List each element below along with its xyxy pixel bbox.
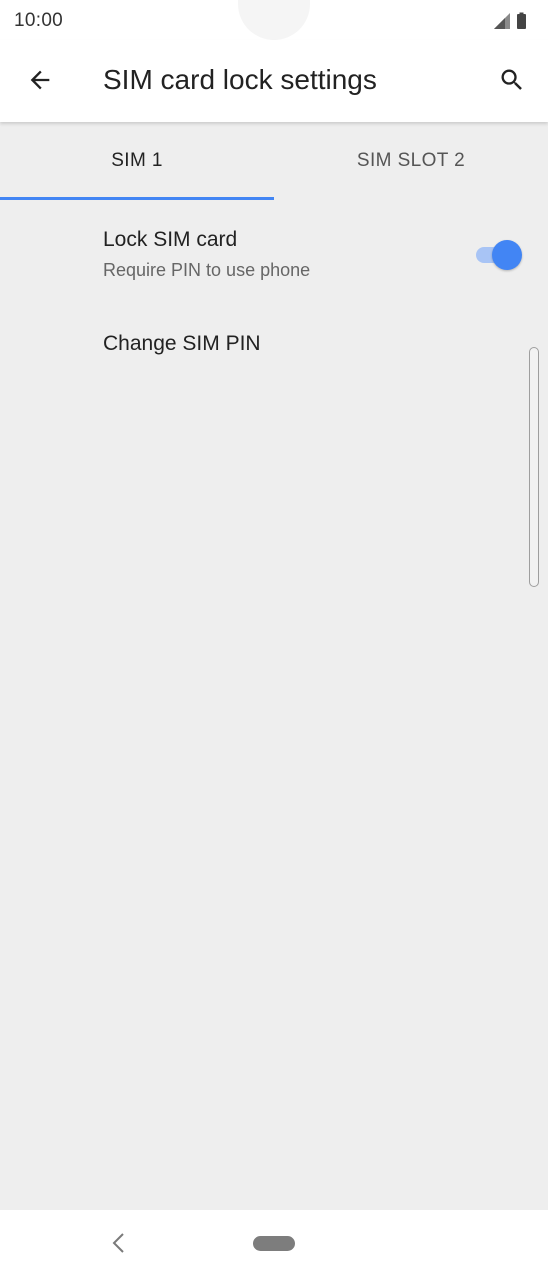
lock-sim-card-title: Lock SIM card xyxy=(103,228,238,251)
status-time: 10:00 xyxy=(14,10,64,31)
home-pill-icon[interactable] xyxy=(253,1236,295,1251)
change-sim-pin-item[interactable]: Change SIM PIN xyxy=(0,312,548,378)
lock-sim-card-toggle[interactable] xyxy=(474,240,522,270)
app-bar: SIM card lock settings xyxy=(0,40,548,122)
tab-sim-1[interactable]: SIM 1 xyxy=(0,122,274,200)
status-icons xyxy=(492,11,532,31)
page-title: SIM card lock settings xyxy=(103,64,377,95)
back-button[interactable] xyxy=(20,60,60,100)
lock-sim-card-item[interactable]: Lock SIM card Require PIN to use phone xyxy=(0,212,548,302)
tab-sim-slot-2[interactable]: SIM SLOT 2 xyxy=(274,122,548,200)
screen: 10:00 SIM card lock settings SIM 1 SIM S… xyxy=(0,0,548,1278)
battery-icon xyxy=(517,12,526,29)
toggle-thumb xyxy=(492,240,522,270)
status-bar: 10:00 xyxy=(0,0,548,40)
nav-back-icon xyxy=(112,1233,124,1253)
nav-back-button[interactable] xyxy=(102,1226,136,1260)
scrollbar[interactable] xyxy=(529,347,539,587)
search-button[interactable] xyxy=(492,60,532,100)
selected-tab-indicator xyxy=(0,197,274,200)
sim-tabs: SIM 1 SIM SLOT 2 xyxy=(0,122,548,202)
lock-sim-card-summary: Require PIN to use phone xyxy=(103,260,311,280)
search-icon xyxy=(501,69,522,90)
signal-icon xyxy=(494,13,510,29)
arrow-back-icon xyxy=(30,70,50,90)
navigation-bar xyxy=(0,1210,548,1278)
change-sim-pin-title: Change SIM PIN xyxy=(103,332,261,355)
camera-notch xyxy=(238,0,310,40)
